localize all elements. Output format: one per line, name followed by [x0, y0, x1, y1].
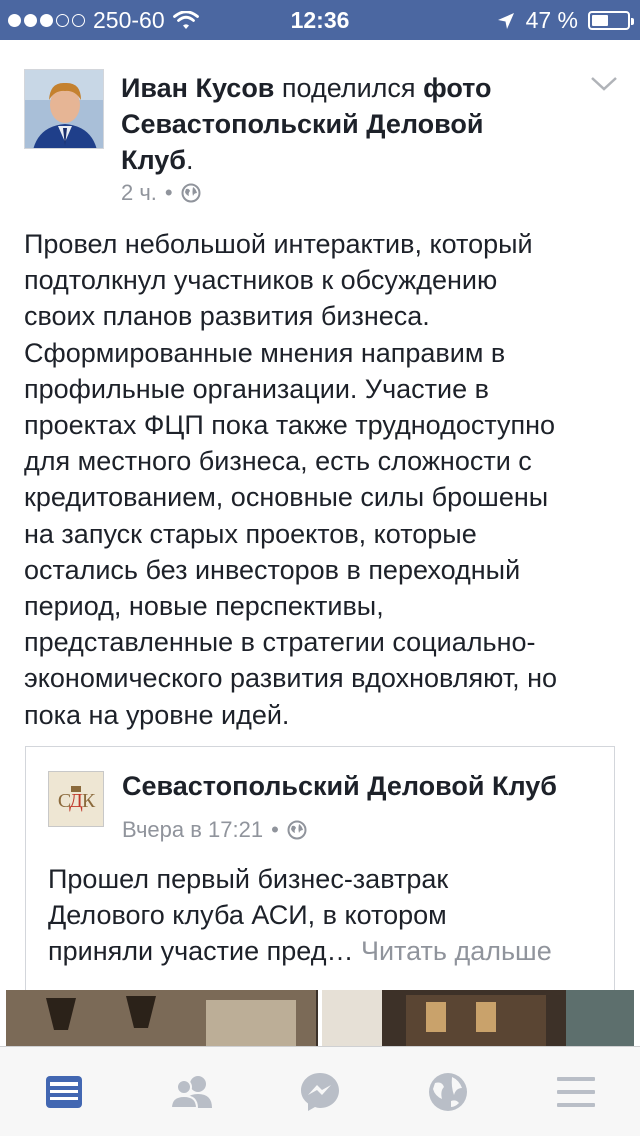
shared-text-line2: Делового клуба АСИ, в котором [48, 900, 447, 930]
post-action: поделился [281, 73, 416, 103]
shared-meta-separator: • [271, 817, 279, 842]
post-photos[interactable] [6, 990, 634, 1050]
friends-icon [169, 1076, 212, 1109]
post-body-line: проектах ФЦП пока также труднодоступно [24, 410, 556, 441]
avatar-photo [25, 70, 103, 148]
bottom-tab-bar [0, 1046, 640, 1136]
post-body-line: Провел небольшой интерактив, который [24, 229, 533, 259]
battery-percent: 47 % [525, 7, 578, 33]
status-bar: 250-60 12:36 47 % [0, 0, 640, 40]
status-right: 47 % [496, 7, 634, 34]
globe-icon [181, 183, 201, 203]
shared-text-line3: приняли участие пред… [48, 936, 354, 966]
messenger-icon [301, 1073, 339, 1111]
post-body-line: Сформированные мнения направим в [24, 337, 506, 368]
meta-separator: • [164, 180, 173, 205]
shared-page-avatar[interactable]: СДК [48, 771, 104, 827]
news-feed-icon [46, 1076, 82, 1108]
shared-page-link-end[interactable]: Клуб [121, 145, 186, 175]
tab-notifications[interactable] [384, 1047, 512, 1137]
tab-news-feed[interactable] [0, 1047, 128, 1137]
shared-post-text: Прошел первый бизнес-завтрак Делового кл… [48, 861, 608, 969]
post-body-line: на запуск старых проектов, которые [24, 518, 477, 549]
post-body-line: остались без инвесторов в переходный [24, 554, 521, 585]
shared-page-link[interactable]: Севастопольский Деловой [121, 109, 483, 139]
tab-messenger[interactable] [256, 1047, 384, 1137]
post-body-line: подтолкнул участников к обсуждению [24, 265, 498, 296]
globe-icon [429, 1073, 467, 1111]
post-header: Иван Кусов поделился фото Севастопольски… [121, 73, 492, 175]
menu-icon [557, 1077, 595, 1107]
post-time[interactable]: 2 ч. [121, 180, 157, 206]
photo-collage [6, 990, 634, 1050]
chevron-down-icon[interactable] [590, 76, 618, 92]
post-body-line: пока на уровне идей. [24, 699, 290, 730]
svg-text:СДК: СДК [58, 790, 96, 812]
post-body-line: для местного бизнеса, есть сложности с [24, 446, 532, 477]
post-body-line: представленные в стратегии социально- [24, 627, 536, 658]
shared-page-name[interactable]: Севастопольский Деловой Клуб [122, 771, 557, 802]
post-body-line: своих планов развития бизнеса. [24, 301, 430, 332]
location-arrow-icon [497, 12, 514, 29]
post-body-line: период, новые перспективы, [24, 591, 384, 622]
author-avatar[interactable] [24, 69, 104, 149]
tab-more[interactable] [512, 1047, 640, 1137]
shared-post-meta: Вчера в 17:21 • [122, 817, 307, 843]
post-body: Провел небольшой интерактив, который подт… [24, 226, 624, 733]
globe-icon [287, 820, 307, 840]
post-body-line: профильные организации. Участие в [24, 373, 489, 404]
read-more-link[interactable]: Читать дальше [361, 936, 552, 966]
post-meta: 2 ч. • [121, 180, 201, 206]
post-body-line: экономического развития вдохновляют, но [24, 663, 558, 694]
post-object-link[interactable]: фото [423, 73, 491, 103]
shared-text-line1: Прошел первый бизнес-завтрак [48, 864, 449, 894]
tab-friends[interactable] [128, 1047, 256, 1137]
battery-icon [588, 11, 634, 30]
sdk-logo: СДК [49, 772, 103, 826]
author-name[interactable]: Иван Кусов [121, 73, 274, 103]
post-body-line: кредитованием, основные силы брошены [24, 482, 549, 513]
shared-post-time[interactable]: Вчера в 17:21 [122, 817, 263, 843]
